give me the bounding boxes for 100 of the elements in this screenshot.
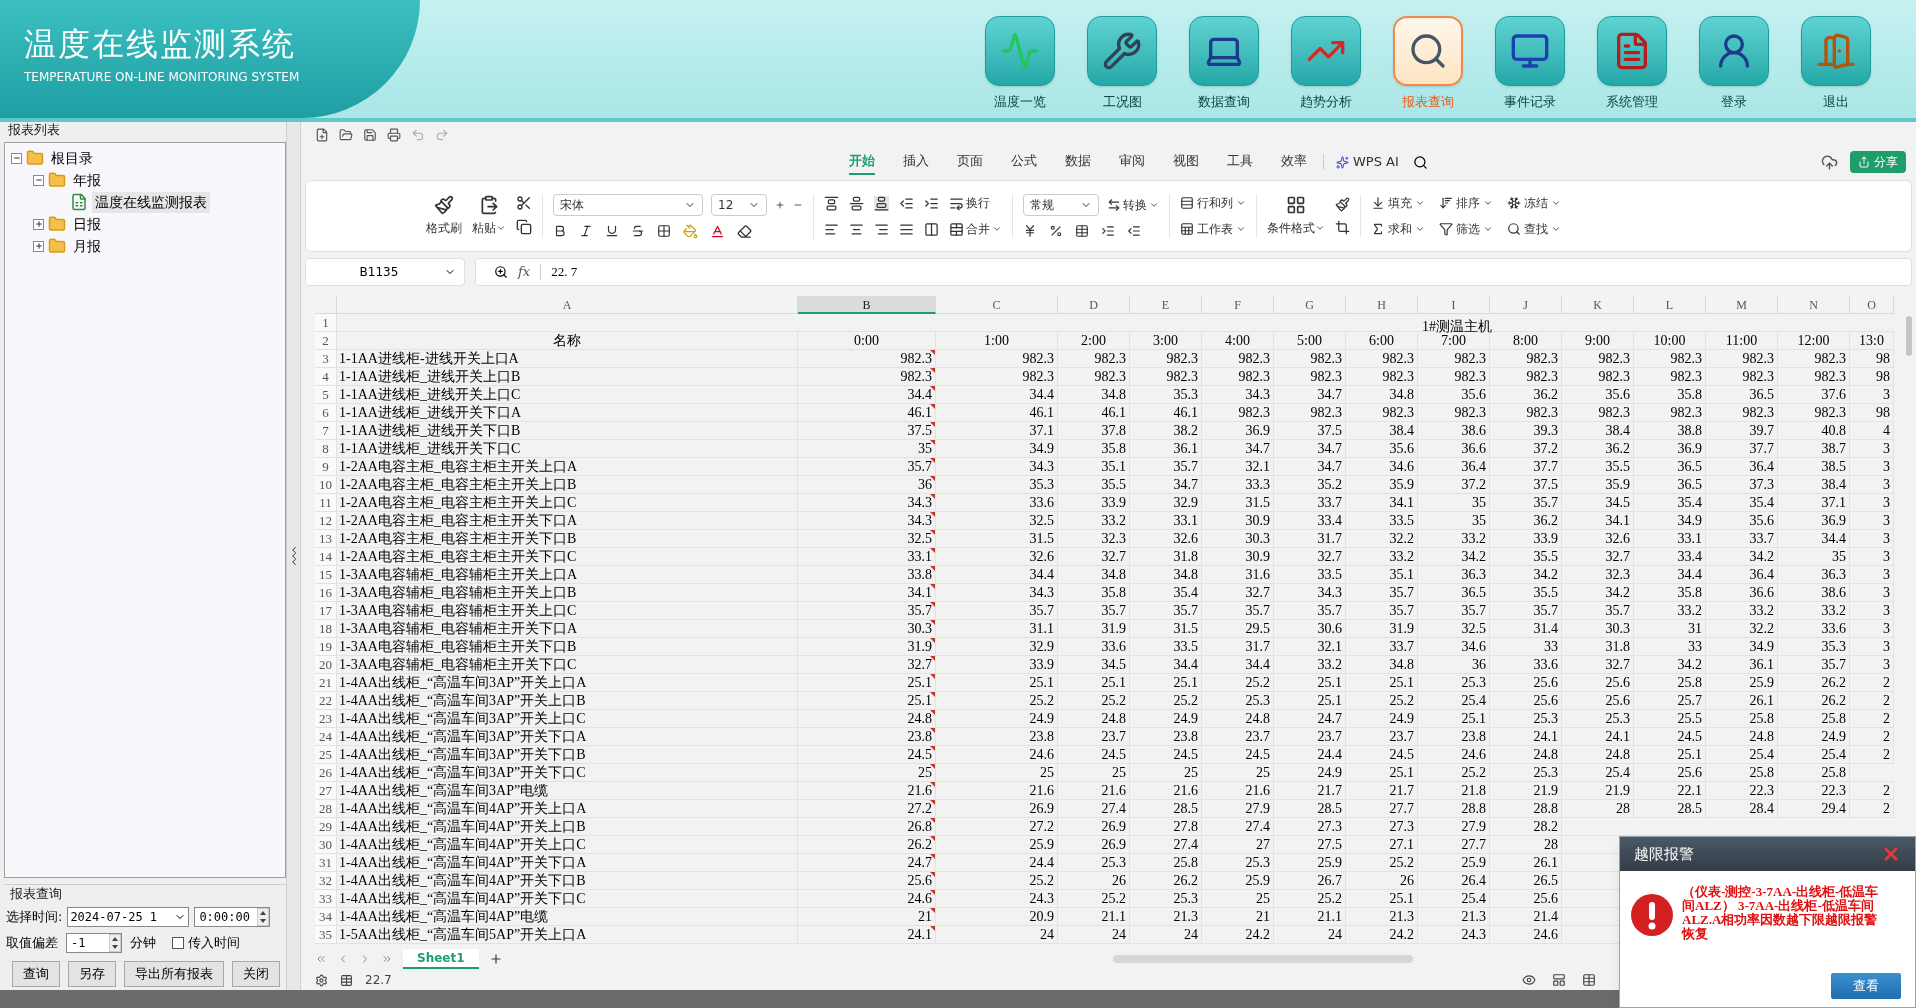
spinner-arrows-icon[interactable] (109, 934, 121, 952)
gear-icon[interactable] (315, 973, 328, 987)
open-folder-icon[interactable] (339, 128, 353, 142)
bold-icon[interactable] (553, 224, 567, 238)
percent-icon[interactable] (1049, 224, 1063, 238)
layout-icon[interactable] (1552, 973, 1566, 987)
grow-font-icon[interactable] (775, 199, 785, 210)
nav-button[interactable]: 数据查询 (1189, 16, 1259, 112)
row-number[interactable]: 11 (315, 494, 337, 511)
ribbon-tab[interactable]: 插入 (903, 149, 929, 175)
nav-button[interactable]: 温度一览 (985, 16, 1055, 112)
column-header[interactable]: O (1850, 296, 1894, 314)
rows-columns-button[interactable]: 行和列 (1180, 194, 1246, 212)
nav-button[interactable]: 趋势分析 (1291, 16, 1361, 112)
row-number[interactable]: 12 (315, 512, 337, 529)
ribbon-tab[interactable]: 页面 (957, 149, 983, 175)
query-button[interactable]: 查询 (12, 961, 60, 987)
row-number[interactable]: 15 (315, 566, 337, 583)
format-painter-button[interactable]: 格式刷 (426, 195, 462, 237)
conditional-format-button[interactable]: 条件格式 (1267, 195, 1325, 237)
tree-item[interactable]: 温度在线监测报表 (92, 191, 210, 213)
row-number[interactable]: 33 (315, 890, 337, 907)
query-button[interactable]: 导出所有报表 (124, 961, 224, 987)
nav-button[interactable]: 系统管理 (1597, 16, 1667, 112)
row-number[interactable]: 16 (315, 584, 337, 601)
currency-icon[interactable] (1023, 224, 1037, 238)
column-header[interactable]: C (936, 296, 1058, 314)
align-middle-icon[interactable] (849, 195, 864, 211)
row-number[interactable]: 34 (315, 908, 337, 925)
column-header[interactable]: F (1202, 296, 1274, 314)
row-number[interactable]: 30 (315, 836, 337, 853)
name-box[interactable]: B1135 (305, 258, 465, 286)
row-number[interactable]: 13 (315, 530, 337, 547)
freeze-button[interactable]: 冻结 (1507, 194, 1561, 212)
nav-button[interactable]: 事件记录 (1495, 16, 1565, 112)
row-number[interactable]: 7 (315, 422, 337, 439)
ai-button[interactable]: WPS AI (1336, 152, 1399, 172)
tree-item[interactable]: 日报 (70, 213, 104, 235)
column-header[interactable]: H (1346, 296, 1418, 314)
font-select[interactable]: 宋体 (553, 193, 703, 216)
fill-down-button[interactable]: 填充 (1371, 194, 1425, 212)
column-header[interactable]: M (1706, 296, 1778, 314)
eye-icon[interactable] (1522, 973, 1536, 987)
query-button[interactable]: 关闭 (232, 961, 280, 987)
query-button[interactable]: 另存 (68, 961, 116, 987)
function-label[interactable]: fx (518, 262, 531, 282)
sum-button[interactable]: 求和 (1371, 220, 1425, 238)
strikethrough-icon[interactable] (631, 224, 645, 238)
justify-icon[interactable] (899, 221, 914, 237)
row-number[interactable]: 1 (315, 314, 337, 331)
horizontal-scrollbar[interactable] (1112, 955, 1413, 963)
align-right-icon[interactable] (874, 221, 889, 237)
border-icon[interactable] (657, 224, 671, 238)
crop-icon[interactable] (1335, 220, 1350, 235)
row-number[interactable]: 8 (315, 440, 337, 457)
spinner-arrows-icon[interactable] (257, 908, 270, 926)
checkbox[interactable] (172, 937, 184, 949)
column-header[interactable]: A (337, 296, 798, 314)
column-header[interactable]: N (1778, 296, 1850, 314)
column-header[interactable]: K (1562, 296, 1634, 314)
indent-increase-icon[interactable] (924, 195, 939, 211)
save-icon[interactable] (363, 128, 377, 142)
row-number[interactable]: 32 (315, 872, 337, 889)
row-number[interactable]: 18 (315, 620, 337, 637)
row-number[interactable]: 6 (315, 404, 337, 421)
convert-button[interactable]: 转换 (1107, 196, 1159, 214)
time-field[interactable]: 0:00:00 (194, 907, 271, 927)
align-top-icon[interactable] (824, 195, 839, 211)
copy-icon[interactable] (516, 219, 532, 235)
number-format-select[interactable]: 常规 (1023, 194, 1099, 216)
row-number[interactable]: 28 (315, 800, 337, 817)
row-number[interactable]: 17 (315, 602, 337, 619)
ribbon-tab[interactable]: 效率 (1281, 149, 1307, 175)
tree-item[interactable]: 月报 (70, 235, 104, 257)
last-sheet-icon[interactable] (381, 953, 393, 965)
column-header[interactable]: B (798, 296, 936, 314)
collapse-icon[interactable] (11, 152, 22, 164)
column-header[interactable]: I (1418, 296, 1490, 314)
scrollbar-thumb[interactable] (1906, 316, 1912, 356)
row-number[interactable]: 22 (315, 692, 337, 709)
indent-decrease-icon[interactable] (899, 195, 914, 211)
expand-icon[interactable] (33, 240, 44, 252)
first-sheet-icon[interactable] (315, 953, 327, 965)
row-number[interactable]: 4 (315, 368, 337, 385)
align-bottom-icon[interactable] (874, 195, 889, 211)
row-number[interactable]: 10 (315, 476, 337, 493)
row-number[interactable]: 19 (315, 638, 337, 655)
view-button[interactable]: 查看 (1831, 973, 1901, 999)
row-number[interactable]: 21 (315, 674, 337, 691)
tree-item[interactable]: 根目录 (48, 147, 96, 169)
fill-color-icon[interactable] (683, 223, 698, 239)
italic-icon[interactable] (579, 224, 593, 238)
new-file-icon[interactable] (315, 128, 329, 142)
eraser-icon[interactable] (737, 223, 752, 239)
align-center-icon[interactable] (849, 221, 864, 237)
row-number[interactable]: 14 (315, 548, 337, 565)
row-number[interactable]: 23 (315, 710, 337, 727)
ribbon-tab[interactable]: 公式 (1011, 149, 1037, 175)
merge-button[interactable]: 合并 (949, 220, 1002, 238)
add-sheet-icon[interactable] (488, 952, 503, 966)
